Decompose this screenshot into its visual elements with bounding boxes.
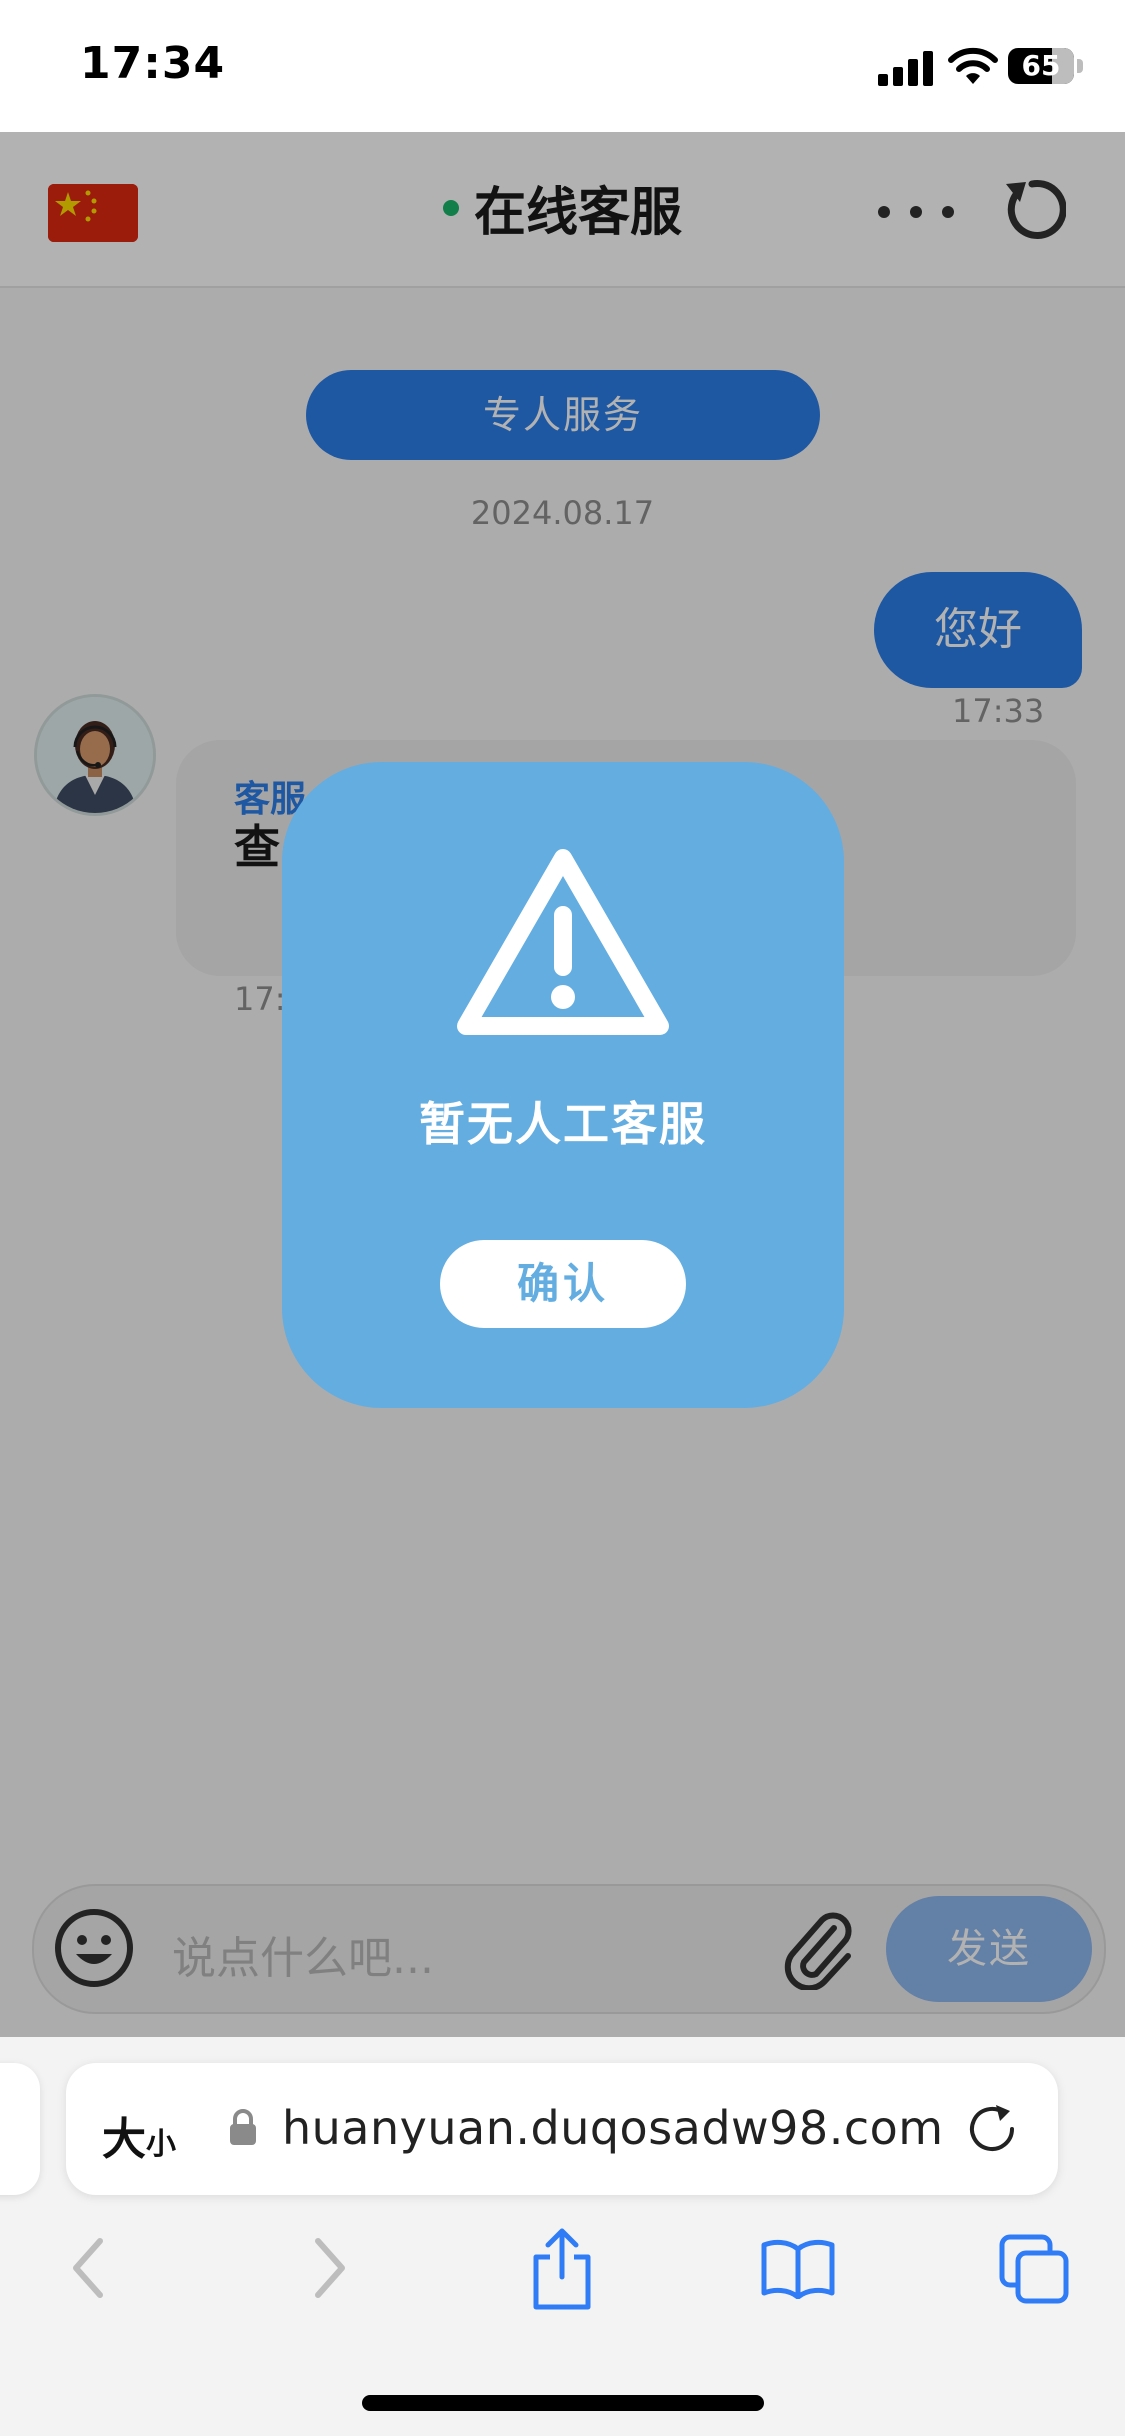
page-menu-button[interactable]: 大小 xyxy=(102,2103,176,2167)
wifi-icon xyxy=(948,47,998,84)
tabs-icon[interactable] xyxy=(998,2233,1070,2305)
warning-icon xyxy=(457,849,669,1035)
status-time: 17:34 xyxy=(80,38,226,89)
home-indicator xyxy=(362,2395,764,2411)
back-icon[interactable] xyxy=(62,2233,116,2303)
address-bar[interactable]: 大小 huanyuan.duqosadw98.com xyxy=(66,2063,1058,2195)
battery-icon: 65 xyxy=(1008,48,1086,86)
url-text: huanyuan.duqosadw98.com xyxy=(282,2101,944,2155)
previous-tab-peek[interactable] xyxy=(0,2063,40,2195)
lock-icon xyxy=(230,2109,256,2145)
text-size-large: 大 xyxy=(102,2114,146,2165)
share-icon[interactable] xyxy=(528,2225,596,2311)
status-bar: 17:34 65 xyxy=(0,0,1125,132)
text-size-small: 小 xyxy=(146,2127,176,2162)
browser-bottom-bar: 大小 huanyuan.duqosadw98.com xyxy=(0,2037,1125,2436)
reload-icon[interactable] xyxy=(966,2103,1018,2155)
bookmarks-icon[interactable] xyxy=(760,2237,836,2299)
alert-dialog: 暂无人工客服 确认 xyxy=(282,762,844,1408)
forward-icon[interactable] xyxy=(302,2233,356,2303)
confirm-button[interactable]: 确认 xyxy=(440,1240,686,1328)
cellular-signal-icon xyxy=(878,51,933,86)
battery-level: 65 xyxy=(1021,49,1061,82)
alert-message: 暂无人工客服 xyxy=(419,1097,707,1151)
